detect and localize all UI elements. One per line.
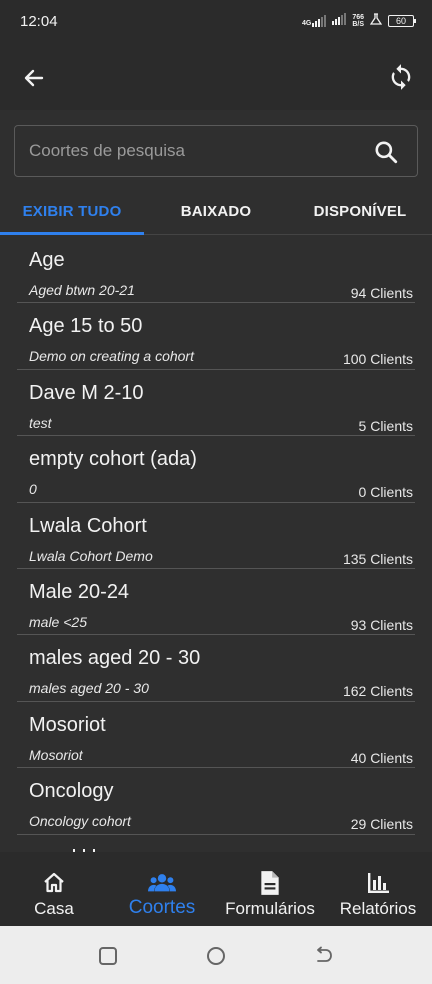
active-tab-indicator [0,232,144,235]
cohort-client-count: 94 Clients [350,285,413,301]
cohort-list-item[interactable]: males aged 20 - 30 males aged 20 - 30 16… [17,635,415,702]
cohort-name: empty cohort (ada) [29,448,197,471]
flask-icon [369,12,383,30]
cohort-name: Lwala Cohort [29,514,147,537]
home-circle-icon[interactable] [206,946,226,966]
cohort-description: Aged btwn 20-21 [29,282,135,298]
cohort-name: Mosoriot [29,713,106,736]
cohort-list-item[interactable]: Dave M 2-10 test 5 Clients [17,370,415,437]
search-input[interactable] [29,126,359,176]
tab-show-all[interactable]: EXIBIR TUDO [0,188,144,234]
cohort-description: Lwala Cohort Demo [29,547,153,564]
cohort-description: 0 [29,481,37,498]
cohort-client-count: 29 Clients [350,816,413,833]
cohort-name: Age [29,249,65,271]
bar-chart-icon [364,870,392,896]
nav-item-home[interactable]: Casa [0,852,108,926]
cohort-list-item[interactable]: Lwala Cohort Lwala Cohort Demo 135 Clien… [17,503,415,569]
cohort-list-item[interactable]: Age Aged btwn 20-21 94 Clients [17,237,415,304]
speed-unit: B/S [352,21,364,28]
cohort-client-count: 93 Clients [350,616,413,633]
search-icon[interactable] [373,139,399,165]
status-bar: 12:04 4G 766 B/S 60 [0,0,432,44]
cohort-list-item[interactable]: Oncology Oncology cohort 29 Clients [17,768,415,835]
cohort-client-count: 162 Clients [342,683,413,700]
nav-item-cohorts[interactable]: Coortes [108,852,216,926]
cohort-client-count: 100 Clients [342,351,413,368]
cohort-name: Age 15 to 50 [29,315,143,338]
bottom-navigation: Casa Coortes Formulários Relatórios [0,852,432,926]
tab-bar: EXIBIR TUDO BAIXADO DISPONÍVEL [0,188,432,235]
network-icon: 4G [301,15,327,27]
home-icon [40,870,68,896]
cohort-client-count: 5 Clients [358,417,413,434]
cohort-client-count: 135 Clients [342,550,413,567]
status-time: 12:04 [20,13,58,30]
back-triangle-icon[interactable] [314,946,334,966]
cohort-description: male <25 [29,613,87,630]
sync-button[interactable] [384,60,418,94]
cohort-description: Oncology cohort [29,813,131,830]
speed-value: 766 [352,14,364,21]
cohort-description: Mosoriot [29,746,83,763]
clipped-text-fragment [73,848,95,852]
nav-item-reports[interactable]: Relatórios [324,852,432,926]
cohort-name: Male 20-24 [29,580,130,603]
cohort-name: males aged 20 - 30 [29,647,201,670]
cohort-client-count: 40 Clients [350,749,413,766]
nav-label: Formulários [225,899,315,918]
back-button[interactable] [18,62,50,94]
battery-icon: 60 [388,15,416,27]
network-speed: 766 B/S [352,14,364,28]
nav-label: Casa [34,899,74,918]
cohort-name: Oncology [29,780,114,803]
cohort-description: Demo on creating a cohort [29,348,194,365]
nav-item-forms[interactable]: Formulários [216,852,324,926]
nav-label: Relatórios [339,899,417,918]
search-box [14,125,418,177]
cohort-description: males aged 20 - 30 [29,680,149,697]
document-icon [256,870,284,896]
main-content: EXIBIR TUDO BAIXADO DISPONÍVEL Age Aged … [0,110,432,852]
arrow-left-icon [24,69,44,87]
tab-downloaded[interactable]: BAIXADO [144,188,288,234]
cohort-list-item[interactable]: Mosoriot Mosoriot 40 Clients [17,702,415,769]
cohort-name: Dave M 2-10 [29,381,144,404]
app-bar [0,44,432,110]
cohort-list-item[interactable]: Male 20-24 male <25 93 Clients [17,569,415,636]
recent-apps-icon[interactable] [98,946,118,966]
system-navigation-bar [0,926,432,984]
network-label: 4G [301,20,312,27]
sync-icon [391,64,411,90]
cohort-list-item[interactable]: empty cohort (ada) 0 0 Clients [17,436,415,503]
cohort-list: Age Aged btwn 20-21 94 Clients Age 15 to… [0,237,432,852]
nav-label: Coortes [128,897,196,918]
cohort-description: test [29,414,52,431]
tab-available[interactable]: DISPONÍVEL [288,188,432,234]
people-icon [148,870,176,896]
cohort-client-count: 0 Clients [358,484,413,501]
cohort-list-item[interactable]: Age 15 to 50 Demo on creating a cohort 1… [17,303,415,370]
status-icons: 4G 766 B/S 60 [301,12,416,30]
cohort-list-item-partial[interactable] [0,835,432,852]
signal-icon [332,12,347,30]
